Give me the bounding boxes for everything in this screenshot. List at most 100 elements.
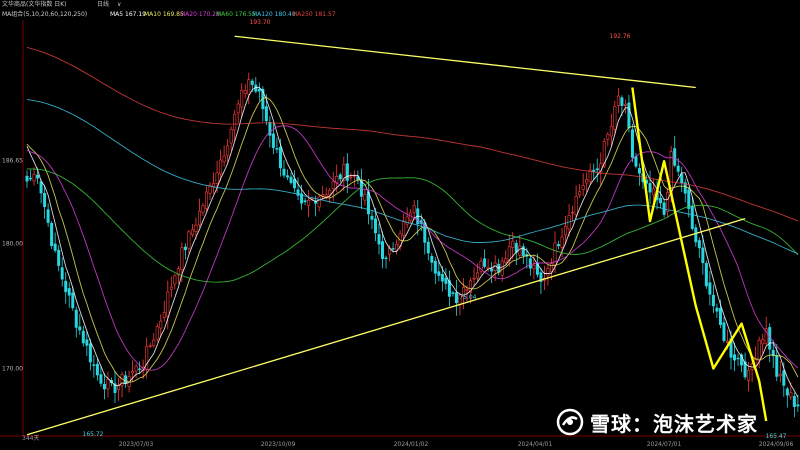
candle-body: [85, 339, 89, 346]
candle-body: [652, 188, 656, 196]
candle-body: [796, 404, 800, 407]
candle-body: [166, 291, 170, 317]
candle-body: [666, 192, 670, 213]
candle-body: [402, 220, 406, 236]
candle-body: [162, 312, 166, 318]
candle-body: [370, 215, 374, 220]
candle-body: [194, 224, 198, 232]
candle-body: [180, 247, 184, 270]
candle-body: [564, 225, 568, 236]
candle-body: [240, 89, 244, 108]
candle-body: [190, 229, 194, 235]
candle-body: [32, 174, 36, 182]
candle-body: [609, 125, 613, 137]
candle-body: [95, 363, 99, 376]
watermark-text: 雪球：泡沫艺术家: [590, 411, 758, 436]
candle-body: [792, 396, 796, 407]
candle-body: [53, 243, 57, 251]
candle-body: [50, 223, 54, 246]
candle-body: [511, 240, 515, 248]
candle-body: [500, 260, 504, 276]
x-tick-label: 2023/07/03: [119, 441, 154, 448]
candle-body: [504, 258, 508, 264]
candle-body: [67, 288, 71, 296]
candle-body: [226, 145, 230, 156]
x-tick-label: 2024/04/01: [518, 441, 553, 448]
candle-body: [585, 179, 589, 184]
candle-body: [247, 79, 251, 95]
ma250-line: [26, 46, 799, 222]
trendline: [234, 35, 696, 89]
candle-body: [687, 189, 691, 209]
candle-body: [243, 90, 247, 94]
candle-body: [257, 88, 261, 92]
candle-body: [373, 218, 377, 234]
candle-body: [229, 129, 233, 144]
candle-body: [222, 155, 226, 163]
candle-body: [328, 189, 332, 196]
candle-body: [549, 263, 553, 273]
candle-body: [250, 80, 254, 85]
candle-body: [630, 129, 634, 158]
x-tick-label: 2023/10/09: [261, 441, 296, 448]
candle-body: [518, 245, 522, 256]
candle-body: [307, 199, 311, 206]
candle-body: [236, 103, 240, 114]
candle-body: [637, 168, 641, 174]
watermark: 雪球：泡沫艺术家: [556, 404, 758, 440]
candle-body: [430, 255, 434, 263]
candle-body: [426, 241, 430, 254]
candle-body: [88, 343, 92, 363]
candle-body: [289, 176, 293, 183]
candle-body: [349, 176, 353, 179]
price-annotation: 165.72: [83, 431, 104, 438]
candlestick-chart[interactable]: 180.00 170.00 186.65 2023/07/03 2023/10/09 20…: [0, 0, 800, 450]
candle-body: [733, 354, 737, 361]
candle-body: [747, 370, 751, 381]
candle-body: [39, 181, 43, 194]
candle-body: [476, 272, 480, 279]
left-price-label: 186.65: [2, 158, 23, 165]
candle-body: [595, 168, 599, 171]
candle-body: [613, 106, 617, 130]
candle-body: [736, 357, 740, 360]
price-annotation: 165.47: [766, 433, 787, 440]
candle-body: [708, 282, 712, 295]
candle-body: [102, 383, 106, 390]
candle-body: [285, 175, 289, 178]
candle-body: [43, 193, 47, 208]
candle-body: [233, 114, 237, 131]
trendline: [26, 218, 746, 436]
candle-body: [381, 241, 385, 259]
x-tick-label: 2024/07/01: [647, 441, 682, 448]
candle-body: [282, 168, 286, 176]
candle-body: [331, 181, 335, 190]
candle-body: [680, 173, 684, 184]
candle-body: [78, 326, 82, 331]
candle-body: [152, 339, 156, 347]
candle-body: [338, 174, 342, 180]
candle-body: [391, 248, 395, 250]
candle-body: [46, 209, 50, 223]
candle-body: [99, 374, 103, 384]
candle-body: [451, 292, 455, 294]
candle-body: [532, 264, 536, 270]
y-tick-label: 180.00: [2, 241, 23, 248]
candle-body: [483, 258, 487, 267]
candle-body: [775, 355, 779, 377]
price-annotation: 193.70: [250, 19, 271, 26]
candle-body: [384, 257, 388, 259]
candle-body: [785, 388, 789, 396]
candle-body: [324, 194, 328, 197]
candle-body: [64, 280, 68, 293]
candle-body: [606, 134, 610, 140]
candle-body: [725, 340, 729, 343]
candle-body: [711, 294, 715, 307]
ma-lines-group: [26, 46, 799, 398]
candle-body: [377, 234, 381, 245]
candle-body: [317, 196, 321, 208]
candle-body: [627, 102, 631, 129]
candle-body: [444, 277, 448, 284]
candle-body: [472, 277, 476, 280]
candle-body: [138, 368, 142, 370]
